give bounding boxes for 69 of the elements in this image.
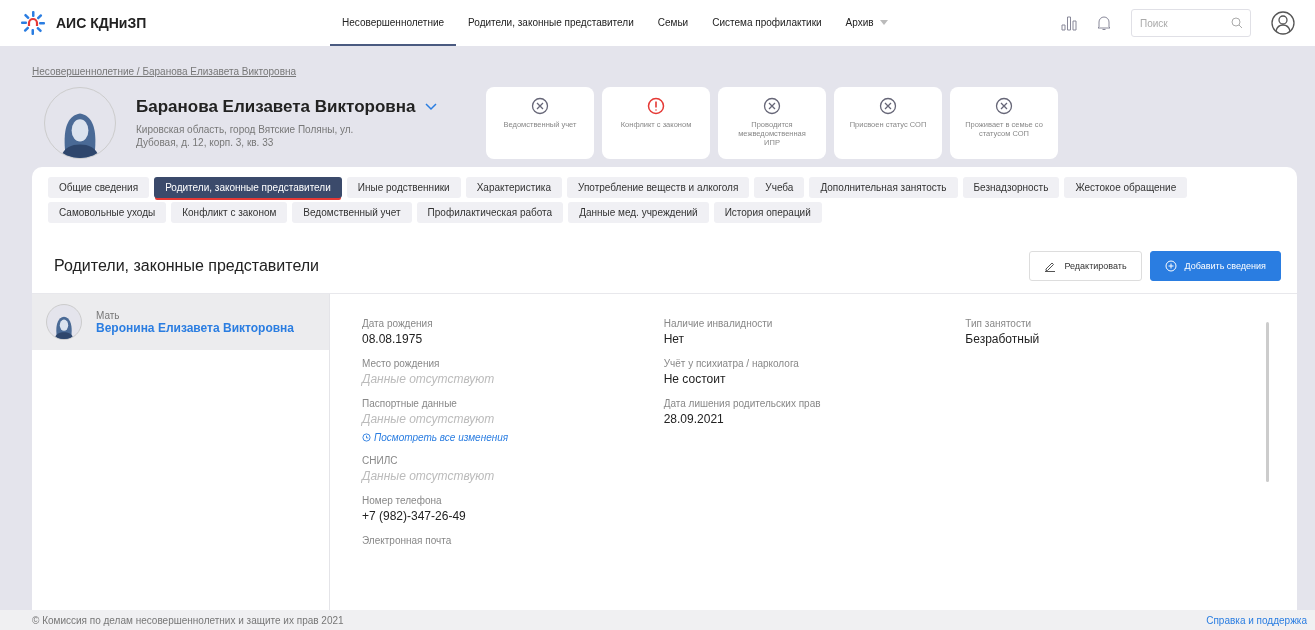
field-value: Данные отсутствуют	[362, 372, 496, 386]
field-value: Не состоит	[663, 372, 727, 386]
field-value: 08.08.1975	[362, 332, 424, 346]
nav-link[interactable]: Система профилактики	[700, 0, 834, 46]
edit-button[interactable]: Редактировать	[1029, 251, 1142, 281]
search-icon	[1231, 17, 1243, 29]
bar-chart-icon[interactable]	[1061, 15, 1077, 31]
user-icon[interactable]	[1271, 11, 1295, 35]
parent-name: Веронина Елизавета Викторовна	[96, 320, 295, 335]
pencil-icon	[1044, 260, 1057, 272]
copyright-text: © Комиссия по делам несовершеннолетних и защите их прав 2021	[32, 614, 344, 626]
nav-link[interactable]: Архив	[833, 0, 900, 46]
nav-link[interactable]: Семьи	[645, 0, 701, 46]
tab[interactable]: Конфликт с законом	[171, 202, 288, 223]
breadcrumb[interactable]: Несовершеннолетние / Баранова Елизавета Викторовна	[32, 66, 1297, 77]
scrollbar[interactable]	[1266, 322, 1269, 482]
nav-link[interactable]: Родители, законные представители	[456, 0, 646, 46]
field-label: Электронная почта	[362, 535, 453, 546]
tab[interactable]: Употребление веществ и алкоголя	[567, 177, 750, 198]
tab[interactable]: Родители, законные представители	[154, 177, 342, 198]
field-label: Место рождения	[362, 358, 441, 369]
app-title: АИС КДНиЗП	[56, 15, 147, 31]
parent-role: Мать	[96, 309, 121, 321]
cross-circle-icon	[879, 97, 897, 115]
field-label: Наличие инвалидности	[663, 318, 774, 329]
person-address: Кировская область, город Вятские Поляны, ул. Дубовая, д. 12, корп. 3, кв. 33	[136, 123, 355, 149]
field-value: Безработный	[965, 332, 1041, 346]
field-label: СНИЛС	[362, 455, 399, 466]
tab[interactable]: Самовольные уходы	[48, 202, 167, 223]
tab[interactable]: Иные родственники	[346, 177, 461, 198]
logo-icon	[20, 10, 46, 36]
tab[interactable]: Безнадзорность	[962, 177, 1060, 198]
tab[interactable]: Жестокое обращение	[1064, 177, 1188, 198]
field-label: Тип занятости	[965, 318, 1033, 329]
field-value: Нет	[663, 332, 686, 346]
exclamation-circle-icon	[647, 97, 665, 115]
field-value: Данные отсутствуют	[362, 469, 496, 483]
tab[interactable]: Общие сведения	[48, 177, 150, 198]
section-title: Родители, законные представители	[54, 257, 319, 275]
plus-circle-icon	[1164, 260, 1177, 272]
tab[interactable]: Характеристика	[465, 177, 563, 198]
parent-item[interactable]: Мать Веронина Елизавета Викторовна	[32, 294, 329, 350]
field-label: Дата лишения родительских прав	[663, 398, 822, 409]
history-icon	[362, 433, 371, 442]
field-value: +7 (982)-347-26-49	[362, 509, 467, 523]
help-link[interactable]: Справка и поддержка	[1206, 614, 1307, 626]
bell-icon[interactable]	[1097, 15, 1111, 31]
cross-circle-icon	[995, 97, 1013, 115]
tab[interactable]: Ведомственный учет	[292, 202, 412, 223]
tab[interactable]: Данные мед. учреждений	[568, 202, 709, 223]
tab[interactable]: Учеба	[754, 177, 805, 198]
person-name: Баранова Елизавета Викторовна	[136, 97, 416, 117]
field-label: Паспортные данные	[362, 398, 458, 409]
field-label: Учёт у психиатра / нарколога	[663, 358, 800, 369]
history-link[interactable]: Посмотреть все изменения	[362, 432, 664, 443]
caret-icon	[879, 19, 888, 25]
tab[interactable]: Профилактическая работа	[416, 202, 564, 223]
tab[interactable]: История операций	[713, 202, 822, 223]
cross-circle-icon	[531, 97, 549, 115]
search-field[interactable]: Поиск	[1131, 9, 1251, 37]
field-label: Номер телефона	[362, 495, 443, 506]
add-button[interactable]: Добавить сведения	[1149, 251, 1281, 281]
field-label: Дата рождения	[362, 318, 434, 329]
cross-circle-icon	[763, 97, 781, 115]
nav-link[interactable]: Несовершеннолетние	[330, 0, 457, 46]
field-value: 28.09.2021	[663, 412, 725, 426]
tab[interactable]: Дополнительная занятость	[809, 177, 958, 198]
field-value: Данные отсутствуют	[362, 412, 496, 426]
chevron-down-icon[interactable]	[425, 103, 438, 111]
